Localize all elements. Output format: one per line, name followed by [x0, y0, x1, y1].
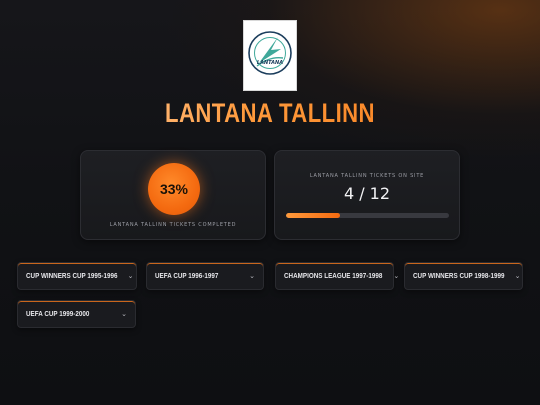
tickets-on-site-card: LANTANA TALLINN TICKETS ON SITE 4 / 12: [274, 150, 460, 240]
dropdown-uefa-cup-1996-1997[interactable]: UEFA CUP 1996-1997 ⌄: [146, 262, 264, 290]
tickets-progress-fill: [286, 213, 340, 218]
dropdown-uefa-cup-1999-2000[interactable]: UEFA CUP 1999-2000 ⌄: [17, 300, 136, 328]
chevron-down-icon: ⌄: [514, 272, 521, 280]
dropdown-label: UEFA CUP 1999-2000: [26, 310, 90, 318]
tickets-count: 4 / 12: [343, 184, 391, 203]
chevron-down-icon: ⌄: [121, 310, 127, 318]
dropdown-label: UEFA CUP 1996-1997: [155, 272, 219, 280]
dropdown-champions-league-1997-1998[interactable]: CHAMPIONS LEAGUE 1997-1998 ⌄: [275, 262, 399, 290]
chevron-down-icon: ⌄: [249, 272, 255, 280]
club-crest-icon: LANTANA: [248, 30, 292, 75]
club-logo: LANTANA: [243, 20, 297, 91]
dropdown-label: CUP WINNERS CUP 1995-1996: [26, 272, 118, 280]
completed-percent-text: 33%: [159, 181, 189, 197]
tickets-on-site-label: LANTANA TALLINN TICKETS ON SITE: [309, 173, 425, 179]
tickets-completed-label: LANTANA TALLINN TICKETS COMPLETED: [109, 222, 237, 228]
dropdown-label: CUP WINNERS CUP 1998-1999: [413, 272, 505, 280]
dropdown-cup-winners-cup-1995-1996[interactable]: CUP WINNERS CUP 1995-1996 ⌄: [17, 262, 137, 290]
dropdown-label: CHAMPIONS LEAGUE 1997-1998: [284, 272, 383, 280]
svg-text:LANTANA: LANTANA: [257, 60, 283, 66]
chevron-down-icon: ⌄: [393, 272, 400, 280]
completed-percent-badge: 33%: [148, 163, 200, 215]
page-title: LANTANA TALLINN: [49, 98, 492, 129]
tickets-progress-bar: [286, 213, 449, 218]
tickets-completed-card: 33% LANTANA TALLINN TICKETS COMPLETED: [80, 150, 266, 240]
chevron-down-icon: ⌄: [127, 272, 134, 280]
dropdown-cup-winners-cup-1998-1999[interactable]: CUP WINNERS CUP 1998-1999 ⌄: [404, 262, 523, 290]
